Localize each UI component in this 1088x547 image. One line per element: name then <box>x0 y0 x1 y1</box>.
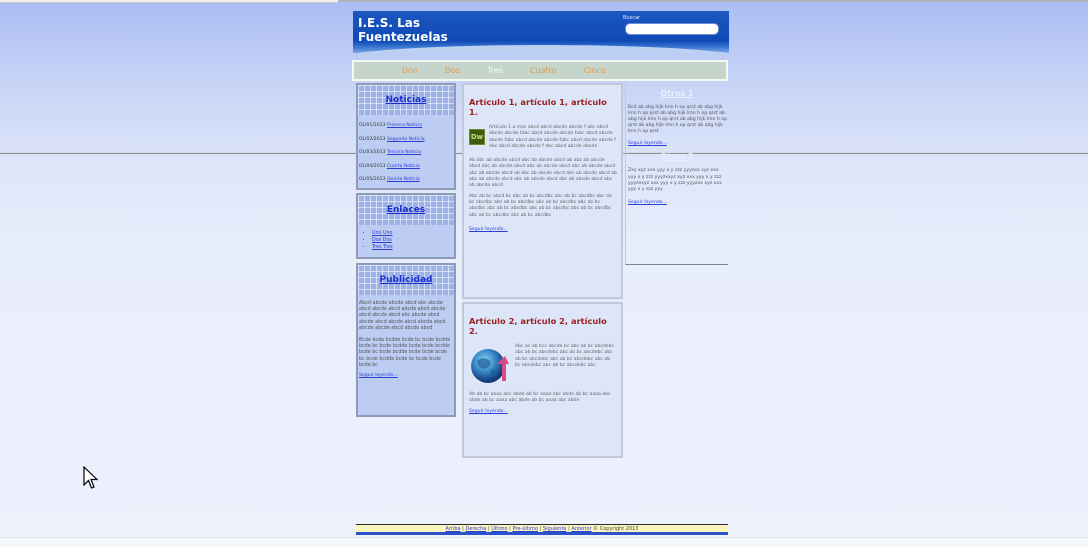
mouse-cursor-icon <box>83 466 99 489</box>
footer-link[interactable]: Anterior <box>571 526 591 532</box>
news-item: 01/02/2013 Segunda Noticia <box>359 136 425 142</box>
publicidad-box: Publicidad Abcd abcde abcde abcd abc abc… <box>356 263 456 417</box>
news-item: 01/05/2013 Quinta Noticia <box>359 177 420 183</box>
noticias-title[interactable]: Noticias <box>358 95 454 105</box>
article-paragraph: Ab abc ab abcde abcd abc ab abcde abcd a… <box>469 158 617 189</box>
publicidad-header: Publicidad <box>358 265 454 295</box>
site-title: I.E.S. Las Fuentezuelas <box>358 16 448 44</box>
enlaces-header: Enlaces <box>358 195 454 225</box>
article-paragraph: Ab ab bc aaaa abc abde ab bc aaaa abc ab… <box>469 392 611 404</box>
footer-link[interactable]: Siguiente <box>543 526 567 532</box>
article-2: Artículo 2, artículo 2, artículo 2. Abc … <box>462 302 623 458</box>
nav-item-cinco[interactable]: Cinco <box>584 66 606 75</box>
nav-item-dos[interactable]: Dos <box>445 66 460 75</box>
copyright-text: © Copyright 2013 <box>593 526 639 532</box>
nav-item-tres[interactable]: Tres <box>487 66 503 75</box>
article-read-more-link[interactable]: Seguir leyendo... <box>469 409 617 414</box>
article-paragraph: Abc ac ab bcc abcde bc abc ab bc abcdebc… <box>515 344 615 368</box>
footer-link[interactable]: Último <box>491 526 507 532</box>
search-label: Buscar <box>623 15 641 21</box>
dreamweaver-icon: Dw <box>469 129 485 145</box>
main-content: Artículo 1, artículo 1, artículo 1. Dw A… <box>462 83 623 458</box>
footer-link[interactable]: Arriba <box>445 526 460 532</box>
publicidad-more-link[interactable]: Seguir leyendo... <box>359 373 454 378</box>
noticias-header: Noticias <box>358 85 454 115</box>
otros-1-more-link[interactable]: Seguir leyendo... <box>628 141 728 146</box>
site-footer: Arriba | Derecha | Último | Pre-último |… <box>356 524 728 535</box>
site-header: I.E.S. Las Fuentezuelas Buscar <box>353 11 729 53</box>
otros-2-title[interactable]: Otros 2 <box>626 152 728 161</box>
news-link[interactable]: Segunda Noticia <box>387 137 425 142</box>
nav-item-uno[interactable]: Uno <box>402 66 418 75</box>
news-link[interactable]: Cuarta Noticia <box>387 164 420 169</box>
search-input[interactable] <box>625 23 719 35</box>
window-top-strip <box>0 0 338 3</box>
news-link[interactable]: Primera Noticia <box>387 123 422 128</box>
enlaces-list: Uno Uno Dos Dos Tres Tres <box>372 231 454 250</box>
otros-1-text: Bcd ab abg hijk lmn h op qrst ab abg hij… <box>628 105 727 135</box>
news-item: 01/01/2013 Primera Noticia <box>359 123 423 128</box>
news-link[interactable]: Tercera Noticia <box>387 150 421 155</box>
enlaces-box: Enlaces Uno Uno Dos Dos Tres Tres <box>356 193 456 259</box>
news-item: 01/04/2013 Cuarta Noticia <box>359 163 420 169</box>
enlaces-title[interactable]: Enlaces <box>358 205 454 215</box>
article-1: Artículo 1, artículo 1, artículo 1. Dw A… <box>462 83 623 299</box>
footer-link[interactable]: Pre-último <box>512 526 538 532</box>
article-read-more-link[interactable]: Seguir leyendo... <box>469 227 617 232</box>
footer-link[interactable]: Derecha <box>465 526 486 532</box>
news-item: 01/03/2013 Tercera Noticia <box>359 150 422 156</box>
otros-2-more-link[interactable]: Seguir leyendo... <box>628 200 728 205</box>
window-top-border <box>338 0 1088 2</box>
article-paragraph: Abc ab bc abcd bc abc ab bc abcdbc abc a… <box>469 193 612 218</box>
publicidad-text: Bcde bcde bcdde bcde bc bcde bcdde bcde … <box>359 338 451 368</box>
main-nav: Uno Dos Tres Cuatro Cinco <box>352 60 728 81</box>
article-paragraph: Artículo 1 a mas abcd abcd abcde abcde f… <box>489 125 616 149</box>
enlace-link[interactable]: Tres Tres <box>372 245 454 250</box>
window-bottom-strip <box>0 537 1088 547</box>
enlace-link[interactable]: Uno Uno <box>372 231 454 236</box>
globe-upload-icon <box>471 349 509 383</box>
publicidad-text: Abcd abcde abcde abcd abc abcde abcd abc… <box>359 301 446 331</box>
news-link[interactable]: Quinta Noticia <box>387 177 420 182</box>
publicidad-title[interactable]: Publicidad <box>358 275 454 285</box>
otros-1-title[interactable]: Otros 1 <box>626 89 728 98</box>
nav-item-cuatro[interactable]: Cuatro <box>530 66 557 75</box>
enlace-link[interactable]: Dos Dos <box>372 238 454 243</box>
article-title: Artículo 2, artículo 2, artículo 2. <box>469 316 607 336</box>
article-title: Artículo 1, artículo 1, artículo 1. <box>469 97 607 117</box>
right-sidebar: Otros 1 Bcd ab abg hijk lmn h op qrst ab… <box>625 83 728 265</box>
otros-2-text: Zxy xyz xxx yyy x y zzz yyyzxx xyz xxx y… <box>628 168 722 192</box>
noticias-box: Noticias 01/01/2013 Primera Noticia 01/0… <box>356 83 456 190</box>
